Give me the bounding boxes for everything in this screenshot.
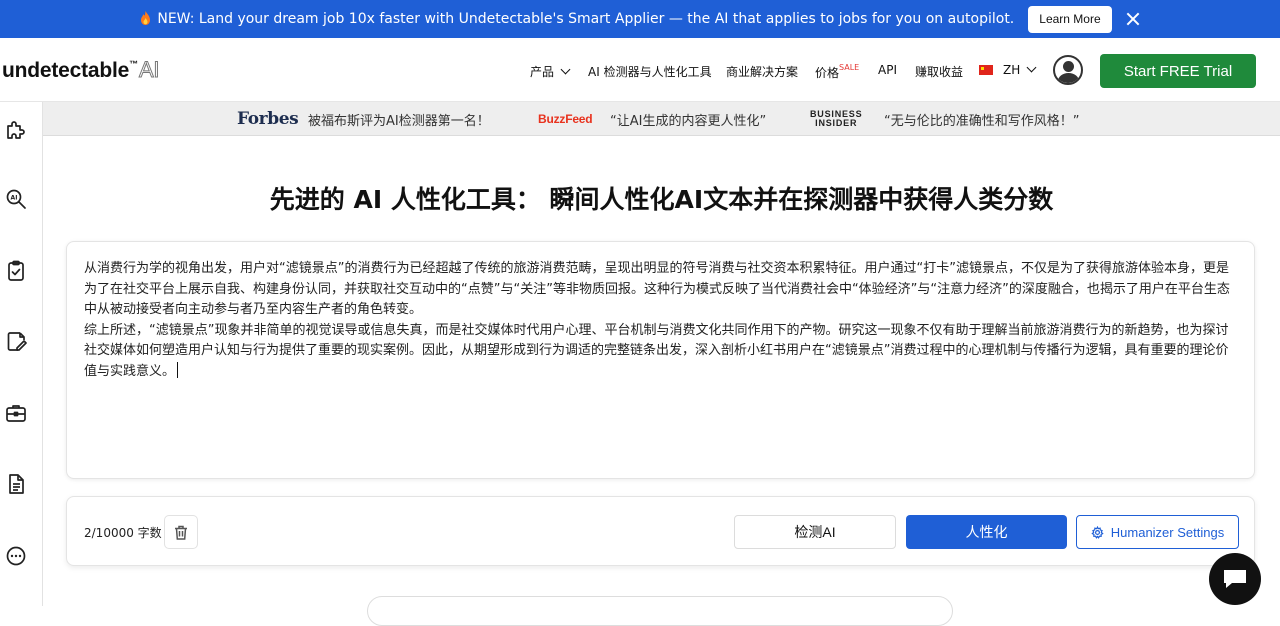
- press-buzzfeed-quote-wrap: “让AI生成的内容更人性化”: [610, 102, 766, 136]
- document-icon[interactable]: [5, 473, 27, 495]
- learn-more-button[interactable]: Learn More: [1028, 5, 1112, 33]
- press-strip: Forbes 被福布斯评为AI检测器第一名！ BuzzFeed “让AI生成的内…: [43, 102, 1280, 136]
- nav-pricing[interactable]: 价格SALE: [815, 63, 859, 81]
- forbes-quote: 被福布斯评为AI检测器第一名！: [308, 113, 490, 129]
- nav-products[interactable]: 产品: [530, 63, 571, 80]
- bottom-card: [367, 596, 953, 626]
- buzzfeed-quote: “让AI生成的内容更人性化”: [610, 113, 767, 129]
- page-title: 先进的 AI 人性化工具： 瞬间人性化AI文本并在探测器中获得人类分数: [269, 185, 1054, 214]
- humanize-button[interactable]: 人性化: [906, 515, 1067, 549]
- ai-search-icon[interactable]: AI: [5, 188, 27, 210]
- press-forbes: Forbes: [237, 102, 299, 136]
- chat-widget-button[interactable]: [1209, 553, 1261, 605]
- chat-icon: [1224, 570, 1246, 588]
- word-count: 2/10000 字数: [84, 526, 162, 540]
- logo-ai: AI: [138, 57, 160, 83]
- nav-business[interactable]: 商业解决方案: [726, 63, 798, 80]
- puzzle-icon[interactable]: [5, 118, 27, 140]
- editor-toolbar: 2/10000 字数 检测AI 人性化 Humanizer Settings: [66, 496, 1255, 566]
- nav-api[interactable]: API: [878, 63, 897, 77]
- logo[interactable]: undetectable™AI: [2, 57, 160, 83]
- nav-products-label: 产品: [530, 65, 555, 79]
- site-header: undetectable™AI 产品 AI 检测器与人性化工具 商业解决方案 价…: [0, 38, 1280, 102]
- buzzfeed-logo: BuzzFeed: [538, 112, 593, 126]
- press-bi-quote-wrap: “无与伦比的准确性和写作风格！”: [884, 102, 1079, 136]
- logo-text: undetectable: [2, 59, 130, 82]
- account-avatar-icon[interactable]: [1053, 55, 1083, 85]
- china-flag-icon: [979, 65, 993, 75]
- fire-icon: [141, 11, 151, 25]
- language-selector[interactable]: ZH: [979, 62, 1037, 77]
- clear-text-button[interactable]: [164, 515, 198, 549]
- edit-document-icon[interactable]: [5, 330, 27, 352]
- nav-earn[interactable]: 赚取收益: [915, 63, 963, 80]
- more-icon[interactable]: [5, 545, 27, 567]
- trash-icon: [175, 525, 187, 540]
- nav-ai-tools[interactable]: AI 检测器与人性化工具: [588, 63, 712, 80]
- sale-badge: SALE: [839, 63, 860, 72]
- press-buzzfeed: BuzzFeed: [538, 102, 593, 136]
- checklist-icon[interactable]: [5, 260, 27, 282]
- sidebar: AI: [0, 102, 43, 606]
- language-label: ZH: [1003, 63, 1021, 77]
- humanizer-settings-label: Humanizer Settings: [1110, 524, 1225, 540]
- announcement-text: NEW: Land your dream job 10x faster with…: [157, 11, 1015, 27]
- gear-icon: [1091, 525, 1104, 539]
- start-free-trial-button[interactable]: Start FREE Trial: [1100, 54, 1256, 88]
- detect-ai-button[interactable]: 检测AI: [734, 515, 896, 549]
- forbes-logo: Forbes: [237, 109, 299, 129]
- close-icon[interactable]: [1126, 12, 1140, 26]
- press-business-insider: BUSINESS INSIDER: [810, 102, 862, 136]
- chevron-down-icon: [1026, 62, 1037, 73]
- business-insider-logo: BUSINESS INSIDER: [810, 110, 862, 128]
- text-caret: [177, 361, 179, 378]
- svg-text:AI: AI: [11, 195, 18, 202]
- text-editor[interactable]: 从消费行为学的视角出发，用户对“滤镜景点”的消费行为已经超越了传统的旅游消费范畴…: [66, 241, 1255, 479]
- announcement-message: NEW: Land your dream job 10x faster with…: [140, 11, 1014, 27]
- business-insider-quote: “无与伦比的准确性和写作风格！”: [884, 113, 1080, 129]
- logo-trademark: ™: [129, 59, 138, 69]
- editor-paragraph-1: 从消费行为学的视角出发，用户对“滤镜景点”的消费行为已经超越了传统的旅游消费范畴…: [84, 261, 1230, 317]
- briefcase-icon[interactable]: [5, 402, 27, 424]
- nav-pricing-label: 价格: [815, 66, 840, 80]
- press-forbes-quote-wrap: 被福布斯评为AI检测器第一名！: [308, 102, 490, 136]
- editor-paragraph-2-text: 综上所述，“滤镜景点”现象并非简单的视觉误导或信息失真，而是社交媒体时代用户心理…: [84, 322, 1229, 379]
- humanizer-settings-button[interactable]: Humanizer Settings: [1076, 515, 1239, 549]
- editor-content[interactable]: 从消费行为学的视角出发，用户对“滤镜景点”的消费行为已经超越了传统的旅游消费范畴…: [84, 259, 1240, 382]
- announcement-bar: NEW: Land your dream job 10x faster with…: [0, 0, 1280, 38]
- editor-paragraph-2: 综上所述，“滤镜景点”现象并非简单的视觉误导或信息失真，而是社交媒体时代用户心理…: [84, 321, 1240, 383]
- chevron-down-icon: [560, 64, 571, 75]
- bi-logo-line2: INSIDER: [815, 118, 858, 128]
